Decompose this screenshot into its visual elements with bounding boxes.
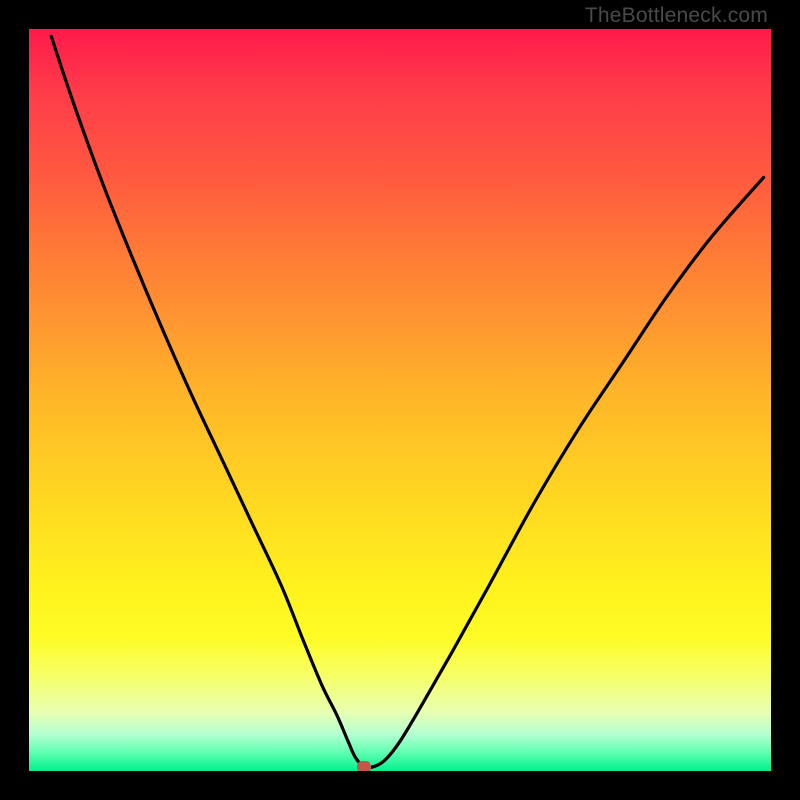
bottleneck-curve bbox=[51, 36, 763, 767]
curve-svg bbox=[29, 29, 771, 771]
minimum-marker bbox=[357, 761, 371, 771]
chart-frame: TheBottleneck.com bbox=[0, 0, 800, 800]
plot-area bbox=[29, 29, 771, 771]
watermark-text: TheBottleneck.com bbox=[585, 4, 768, 28]
